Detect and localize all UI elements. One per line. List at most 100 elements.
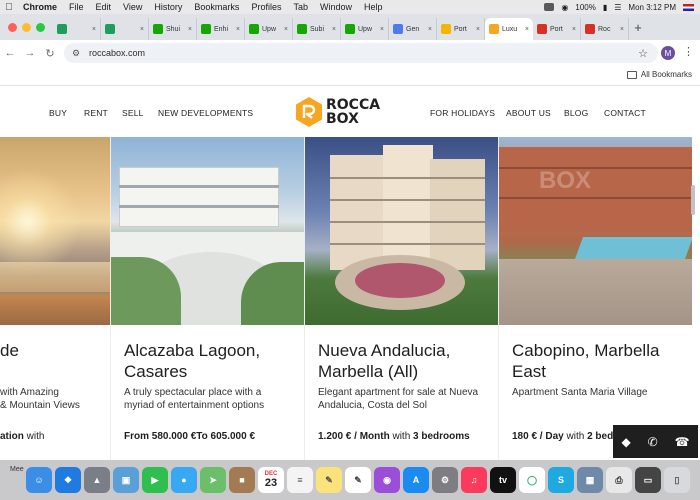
browser-tab[interactable]: × <box>53 18 101 40</box>
phone-icon[interactable]: ✆ <box>648 435 658 449</box>
site-info-icon[interactable]: ⚙ <box>72 48 84 59</box>
menu-bookmarks[interactable]: Bookmarks <box>189 2 246 12</box>
battery-percent[interactable]: 100% <box>575 3 595 12</box>
apple-menu-icon[interactable]:  <box>0 2 18 13</box>
battery-icon[interactable]: ▮ <box>603 3 607 12</box>
status-app-icon[interactable] <box>544 3 555 11</box>
safari-icon[interactable]: ❖ <box>55 467 81 493</box>
input-source-flag-icon[interactable] <box>683 3 694 11</box>
forward-button[interactable]: → <box>20 47 40 59</box>
browser-tab[interactable]: Upw × <box>245 18 293 40</box>
system-settings-icon[interactable]: ⚙ <box>432 467 458 493</box>
nav-sell[interactable]: SELL <box>122 108 144 118</box>
podcasts-icon[interactable]: ◉ <box>374 467 400 493</box>
new-tab-button[interactable]: + <box>629 20 647 35</box>
property-image-alcazaba-lagoon[interactable] <box>111 137 304 325</box>
close-tab-icon[interactable]: × <box>140 26 144 33</box>
location-icon[interactable]: ◆ <box>621 435 630 449</box>
browser-tab[interactable]: Enhi × <box>197 18 245 40</box>
property-image-cabopino[interactable]: BOX <box>499 137 692 325</box>
property-image-sunset-pool[interactable] <box>0 137 110 325</box>
menu-history[interactable]: History <box>149 2 189 12</box>
property-title[interactable]: Cabopino, Marbella East <box>512 340 659 382</box>
property-title[interactable]: Alcazaba Lagoon, Casares <box>124 340 260 382</box>
menu-file[interactable]: File <box>64 2 91 12</box>
messages-icon[interactable]: ● <box>171 467 197 493</box>
browser-menu-icon[interactable]: ⋮ <box>683 45 694 58</box>
app-store-icon[interactable]: A <box>403 467 429 493</box>
property-card[interactable]: de with Amazing & Mountain Views ation w… <box>0 137 110 460</box>
screenshot-icon[interactable]: ▦ <box>577 467 603 493</box>
browser-tab[interactable]: Port × <box>533 18 581 40</box>
property-image-nueva-andalucia[interactable] <box>305 137 498 325</box>
contacts-icon[interactable]: ■ <box>229 467 255 493</box>
close-tab-icon[interactable]: × <box>92 26 96 33</box>
control-center-icon[interactable]: ☰ <box>614 3 621 12</box>
property-title[interactable]: de <box>0 340 19 361</box>
skype-icon[interactable]: S <box>548 467 574 493</box>
close-window-button[interactable] <box>8 22 17 32</box>
preview-icon[interactable]: ▣ <box>113 467 139 493</box>
property-card[interactable]: Alcazaba Lagoon, Casares A truly spectac… <box>110 137 304 460</box>
nav-about-us[interactable]: ABOUT US <box>506 108 551 118</box>
finder-icon[interactable]: ☺ <box>26 467 52 493</box>
browser-tab[interactable]: × <box>101 18 149 40</box>
music-icon[interactable]: ♫ <box>461 467 487 493</box>
browser-tab[interactable]: Upw × <box>341 18 389 40</box>
launchpad-icon[interactable]: ▲ <box>84 467 110 493</box>
reminders-icon[interactable]: ≡ <box>287 467 313 493</box>
nav-for-holidays[interactable]: FOR HOLIDAYS <box>430 108 495 118</box>
display-icon[interactable]: ▭ <box>635 467 661 493</box>
close-tab-icon[interactable]: × <box>188 26 192 33</box>
menu-view[interactable]: View <box>118 2 149 12</box>
facetime-icon[interactable]: ▶ <box>142 467 168 493</box>
roccabox-logo[interactable]: ROCCA BOX <box>296 97 380 127</box>
back-button[interactable]: ← <box>0 47 20 59</box>
all-bookmarks-button[interactable]: All Bookmarks <box>626 70 692 79</box>
menu-window[interactable]: Window <box>315 2 359 12</box>
nav-rent[interactable]: RENT <box>84 108 108 118</box>
calendar-icon[interactable]: DEC 23 <box>258 467 284 493</box>
menu-tab[interactable]: Tab <box>288 2 315 12</box>
close-tab-icon[interactable]: × <box>236 26 240 33</box>
nav-blog[interactable]: BLOG <box>564 108 588 118</box>
wifi-icon[interactable]: ◉ <box>561 3 568 12</box>
nav-new-developments[interactable]: NEW DEVELOPMENTS <box>158 108 253 118</box>
zoom-window-button[interactable] <box>36 22 45 32</box>
notes-icon[interactable]: ✎ <box>316 467 342 493</box>
browser-tab[interactable]: Roc × <box>581 18 629 40</box>
printer-icon[interactable]: ⎙ <box>606 467 632 493</box>
close-tab-icon[interactable]: × <box>572 26 576 33</box>
reload-button[interactable]: ↻ <box>40 47 60 60</box>
property-card[interactable]: BOX Cabopino, Marbella East Apartment Sa… <box>498 137 692 460</box>
menu-clock[interactable]: Mon 3:12 PM <box>628 3 676 12</box>
trash-icon[interactable]: ▯ <box>664 467 690 493</box>
address-bar[interactable]: ⚙ roccabox.com ☆ <box>64 43 658 63</box>
close-tab-icon[interactable]: × <box>525 26 529 33</box>
profile-avatar[interactable]: M <box>661 46 675 60</box>
minimize-window-button[interactable] <box>22 22 31 32</box>
maps-icon[interactable]: ➤ <box>200 467 226 493</box>
browser-tab[interactable]: Luxu × <box>485 18 533 40</box>
menu-edit[interactable]: Edit <box>91 2 119 12</box>
browser-tab[interactable]: Gen × <box>389 18 437 40</box>
close-tab-icon[interactable]: × <box>284 26 288 33</box>
chrome-icon[interactable]: ◯ <box>519 467 545 493</box>
nav-contact[interactable]: CONTACT <box>604 108 646 118</box>
apple-tv-icon[interactable]: tv <box>490 467 516 493</box>
property-title[interactable]: Nueva Andalucia, Marbella (All) <box>318 340 450 382</box>
browser-tab[interactable]: Port × <box>437 18 485 40</box>
close-tab-icon[interactable]: × <box>428 26 432 33</box>
freeform-icon[interactable]: ✎ <box>345 467 371 493</box>
menu-profiles[interactable]: Profiles <box>246 2 288 12</box>
nav-buy[interactable]: BUY <box>49 108 67 118</box>
browser-tab[interactable]: Subi × <box>293 18 341 40</box>
menu-help[interactable]: Help <box>359 2 390 12</box>
browser-tab[interactable]: Shui × <box>149 18 197 40</box>
page-scrollbar-thumb[interactable] <box>691 185 695 215</box>
menu-app-name[interactable]: Chrome <box>18 2 64 12</box>
address-url[interactable]: roccabox.com <box>89 48 145 58</box>
close-tab-icon[interactable]: × <box>620 26 624 33</box>
close-tab-icon[interactable]: × <box>380 26 384 33</box>
whatsapp-icon[interactable]: ☎ <box>675 435 690 449</box>
